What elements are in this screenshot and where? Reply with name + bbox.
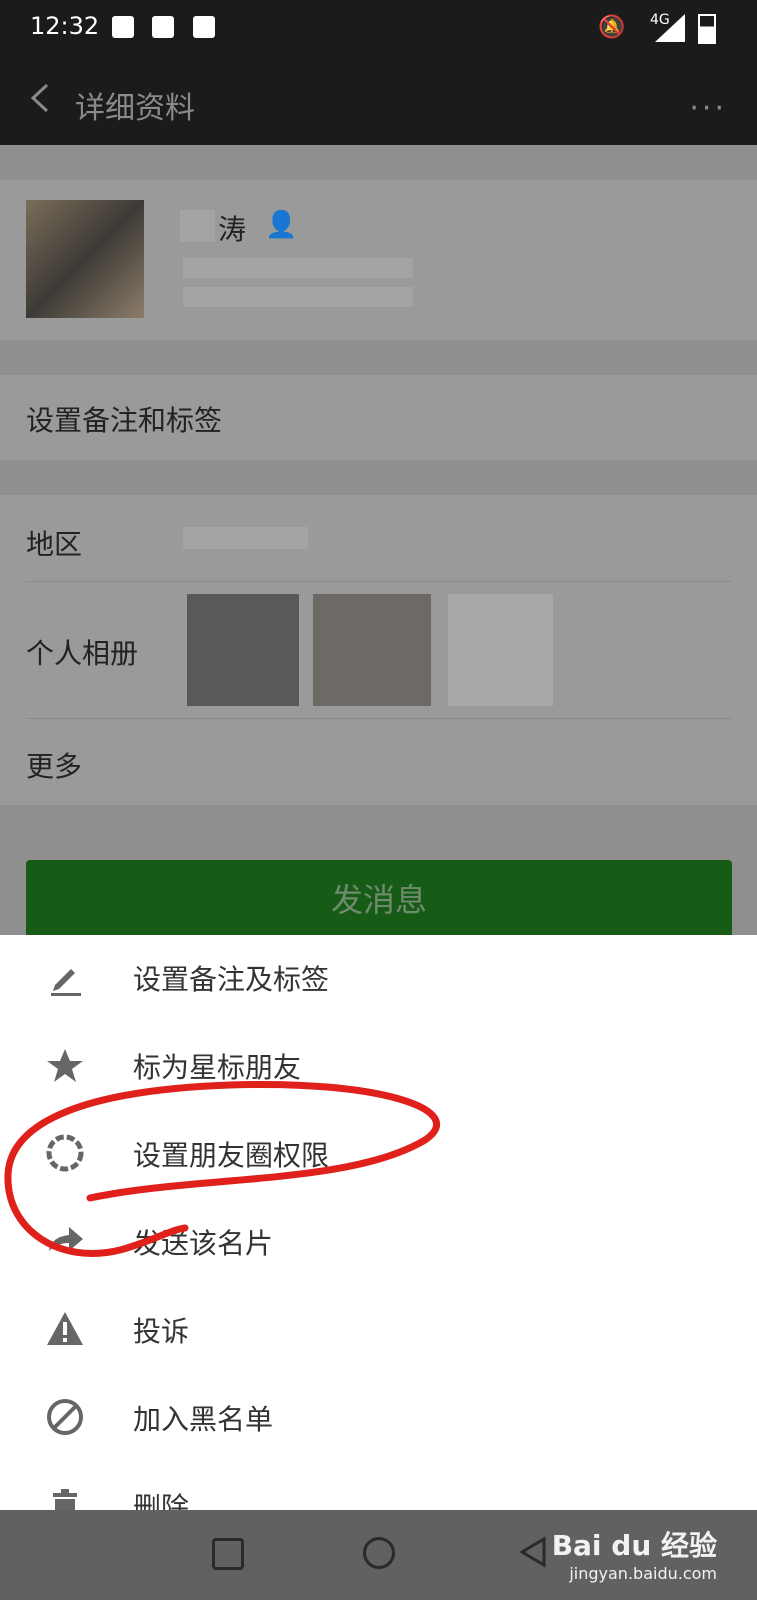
system-nav-bar: Bai du 经验 jingyan.baidu.com [0,1510,757,1600]
image-icon [193,16,215,38]
profile-name: 涛 [218,213,247,246]
page-title: 详细资料 [75,91,195,126]
profile-content: 涛 👤 设置备注和标签 地区 个人相册 更多 发消息 [0,145,757,940]
blurred-region [183,527,308,549]
more-options-icon[interactable]: ··· [689,91,727,126]
menu-item-star-friend[interactable]: 标为星标朋友 [0,1023,757,1111]
more-label[interactable]: 更多 [26,745,82,785]
menu-item-send-card[interactable]: 发送该名片 [0,1199,757,1287]
camera-aperture-icon [46,1134,84,1172]
menu-label: 标为星标朋友 [133,1051,302,1084]
blurred-wechat-id [183,258,413,278]
send-message-button[interactable]: 发消息 [26,860,732,940]
remark-label: 设置备注和标签 [26,404,223,437]
album-photo-1 [187,594,299,706]
menu-label: 删除 [133,1491,190,1510]
menu-item-moments-permission[interactable]: 设置朋友圈权限 [0,1111,757,1199]
status-bar: 12:32 🔕 4G [0,0,757,55]
menu-item-set-remark[interactable]: 设置备注及标签 [0,935,757,1023]
menu-label: 设置备注及标签 [133,963,330,996]
menu-label: 设置朋友圈权限 [133,1139,330,1172]
status-time: 12:32 [30,12,100,40]
divider [26,718,731,719]
album-photo-2 [313,594,431,706]
menu-item-blacklist[interactable]: 加入黑名单 [0,1375,757,1463]
album-label: 个人相册 [26,637,139,670]
baidu-watermark-site: jingyan.baidu.com [569,1564,717,1583]
download-icon [112,16,134,38]
recent-apps-button[interactable] [212,1538,244,1570]
menu-label: 加入黑名单 [133,1403,274,1436]
remark-row[interactable]: 设置备注和标签 [0,375,757,460]
home-button[interactable] [363,1537,395,1569]
app-bar: 详细资料 ··· [0,55,757,145]
contact-person-icon: 👤 [265,210,298,240]
back-nav-button[interactable] [518,1536,548,1568]
trash-icon [53,1489,77,1510]
avatar[interactable] [26,200,144,318]
profile-card[interactable]: 涛 👤 [0,180,757,340]
menu-label: 投诉 [133,1315,190,1348]
edit-icon [51,969,81,996]
star-icon [47,1049,83,1082]
menu-item-report[interactable]: 投诉 [0,1287,757,1375]
notifications-off-icon: 🔕 [598,15,626,40]
baidu-watermark: Bai du 经验 [551,1529,717,1562]
album-photo-3 [448,594,553,706]
region-label: 地区 [26,528,83,561]
info-card: 地区 个人相册 更多 [0,495,757,805]
signal-icon [655,14,685,42]
menu-item-delete[interactable]: 删除 [0,1463,757,1510]
contact-options-menu: 设置备注及标签 标为星标朋友 设置朋友圈权限 发送该名片 投诉 加入黑名单 删除 [0,935,757,1510]
warning-icon [47,1312,83,1345]
menu-label: 发送该名片 [133,1227,274,1260]
blurred-nickname [183,287,413,307]
calendar-icon [152,16,174,38]
share-icon [49,1227,83,1251]
blurred-name [180,210,215,242]
album-row[interactable]: 个人相册 [0,582,757,720]
block-icon [47,1399,83,1435]
battery-icon [698,14,716,44]
back-icon[interactable] [25,81,59,115]
